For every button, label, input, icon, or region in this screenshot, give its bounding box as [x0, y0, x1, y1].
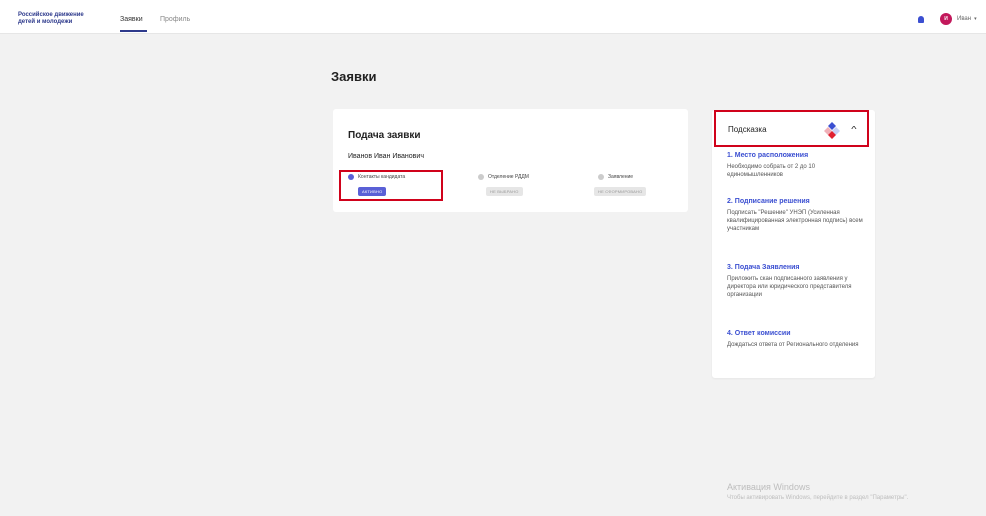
active-tab-indicator: [120, 30, 147, 32]
top-navigation-bar: Российское движение детей и молодежи Зая…: [0, 0, 986, 34]
bell-icon[interactable]: [918, 16, 924, 23]
hint-item-text: Подписать "Решение" УНЭП (Усиленная квал…: [727, 210, 863, 232]
user-menu[interactable]: И Иван ▾: [940, 13, 977, 25]
logo[interactable]: Российское движение детей и молодежи: [18, 12, 98, 26]
hint-item-title: 2. Подписание решения: [727, 198, 810, 205]
applicant-name: Иванов Иван Иванович: [348, 153, 424, 160]
hint-item-text: Необходимо собрать от 2 до 10 единомышле…: [727, 164, 816, 178]
watermark-subtitle: Чтобы активировать Windows, перейдите в …: [727, 495, 909, 501]
card-title: Подача заявки: [348, 130, 421, 141]
hint-item-text: Дождаться ответа от Регионального отделе…: [727, 342, 859, 348]
hint-item: 2. Подписание решения Подписать "Решение…: [727, 198, 867, 233]
logo-line-2: детей и молодежи: [18, 19, 73, 25]
step-label: Отделение РДДМ: [488, 174, 529, 180]
logo-line-1: Российское движение: [18, 12, 84, 18]
hint-item-title: 3. Подача Заявления: [727, 264, 800, 271]
step-branch[interactable]: Отделение РДДМ НЕ ВЫБРАНО: [478, 174, 529, 198]
status-badge: НЕ СФОРМИРОВАНО: [594, 187, 647, 196]
step-label: Заявление: [608, 174, 634, 180]
user-name: Иван: [957, 16, 972, 22]
step-dot-icon: [598, 174, 604, 180]
tab-applications[interactable]: Заявки: [120, 16, 143, 23]
highlight-box: [714, 110, 869, 147]
hint-item-text: Приложить скан подписанного заявления у …: [727, 276, 852, 298]
chevron-down-icon: ▾: [974, 16, 977, 22]
avatar: И: [940, 13, 952, 25]
status-badge: НЕ ВЫБРАНО: [486, 187, 523, 196]
hint-item: 4. Ответ комиссии Дождаться ответа от Ре…: [727, 330, 867, 349]
step-dot-icon: [478, 174, 484, 180]
hint-item-title: 1. Место расположения: [727, 152, 809, 159]
step-statement[interactable]: Заявление НЕ СФОРМИРОВАНО: [594, 174, 647, 198]
hint-item: 1. Место расположения Необходимо собрать…: [727, 152, 867, 179]
windows-activation-watermark: Активация Windows Чтобы активировать Win…: [727, 482, 908, 501]
hint-item-title: 4. Ответ комиссии: [727, 330, 791, 337]
page-title: Заявки: [331, 69, 377, 84]
hint-item: 3. Подача Заявления Приложить скан подпи…: [727, 264, 867, 299]
tab-profile[interactable]: Профиль: [160, 16, 190, 23]
watermark-title: Активация Windows: [727, 482, 810, 492]
hint-panel: Подсказка ^ 1. Место расположения Необхо…: [712, 110, 875, 378]
highlight-box: [339, 170, 443, 201]
